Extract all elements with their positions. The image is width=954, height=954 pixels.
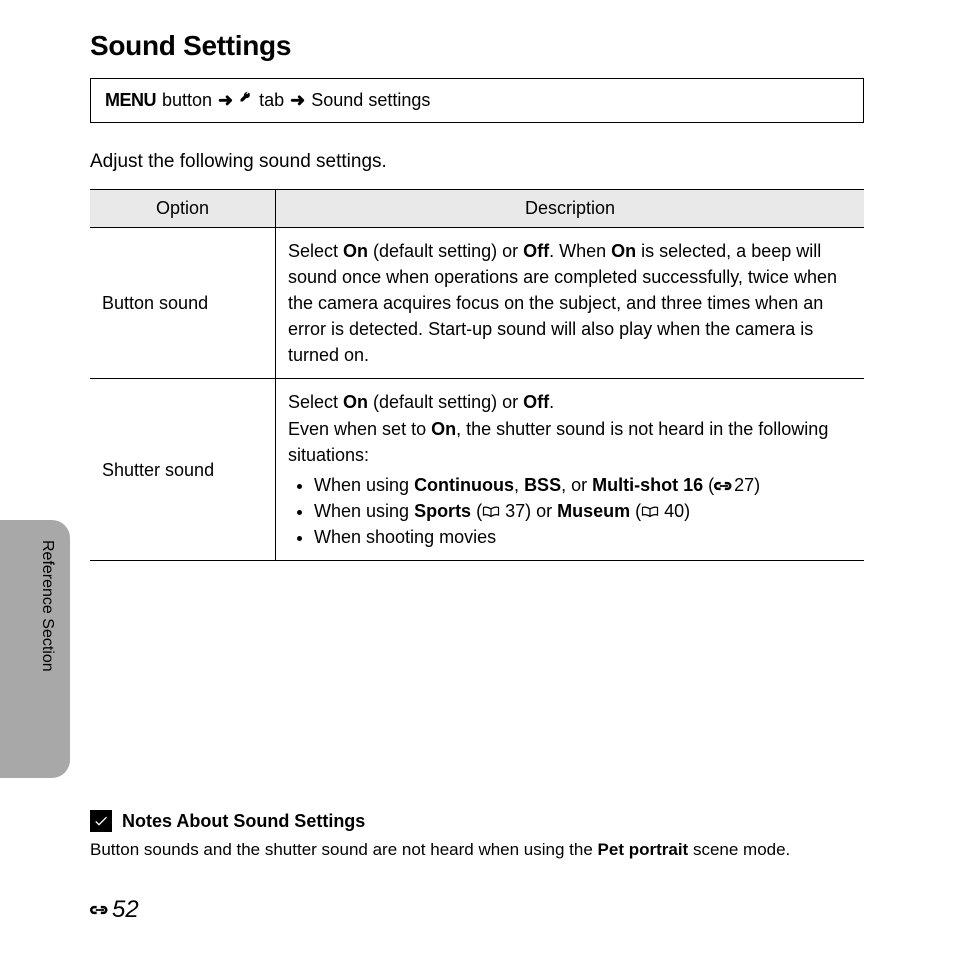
- page-number: 52: [90, 896, 139, 924]
- breadcrumb: MENU button ➜ tab ➜ Sound settings: [90, 78, 864, 123]
- list-item: When using Sports ( 37) or Museum ( 40): [314, 498, 852, 524]
- arrow-icon: ➜: [290, 90, 305, 111]
- notes-title: Notes About Sound Settings: [122, 811, 365, 832]
- wrench-icon: [239, 89, 253, 112]
- check-icon: [90, 810, 112, 832]
- breadcrumb-menu: MENU: [105, 90, 156, 111]
- notes-body: Button sounds and the shutter sound are …: [90, 838, 864, 862]
- settings-table: Option Description Button sound Select O…: [90, 189, 864, 561]
- breadcrumb-step3: Sound settings: [311, 90, 430, 111]
- table-row: Button sound Select On (default setting)…: [90, 228, 864, 379]
- option-cell: Shutter sound: [90, 379, 276, 561]
- page-title: Sound Settings: [90, 30, 864, 62]
- breadcrumb-step1: button: [162, 90, 212, 111]
- list-item: When shooting movies: [314, 524, 852, 550]
- th-description: Description: [276, 190, 865, 228]
- book-icon: [641, 505, 659, 519]
- th-option: Option: [90, 190, 276, 228]
- arrow-icon: ➜: [218, 90, 233, 111]
- breadcrumb-step2: tab: [259, 90, 284, 111]
- book-icon: [482, 505, 500, 519]
- option-cell: Button sound: [90, 228, 276, 379]
- description-cell: Select On (default setting) or Off. Even…: [276, 379, 865, 561]
- notes-section: Notes About Sound Settings Button sounds…: [90, 810, 864, 862]
- list-item: When using Continuous, BSS, or Multi-sho…: [314, 472, 852, 498]
- link-icon: [714, 479, 734, 493]
- table-row: Shutter sound Select On (default setting…: [90, 379, 864, 561]
- intro-text: Adjust the following sound settings.: [90, 151, 864, 173]
- description-cell: Select On (default setting) or Off. When…: [276, 228, 865, 379]
- link-icon: [90, 903, 110, 917]
- page: Sound Settings MENU button ➜ tab ➜ Sound…: [0, 0, 954, 954]
